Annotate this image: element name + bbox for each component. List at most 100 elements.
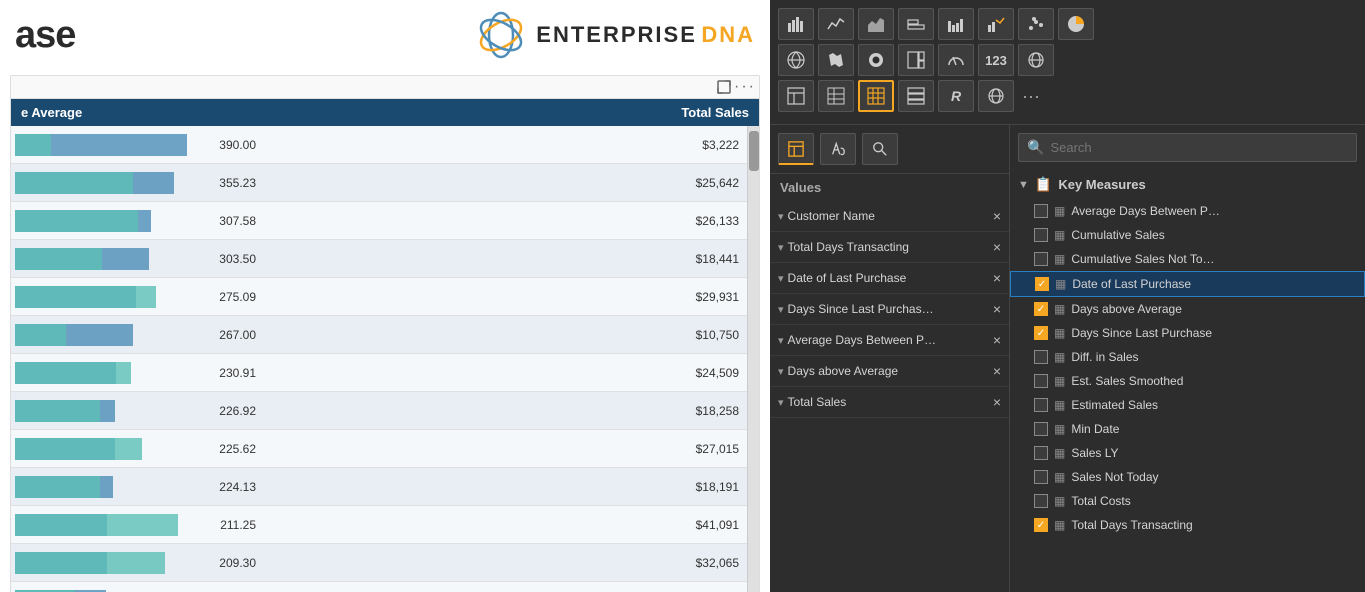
donut-icon[interactable] — [858, 44, 894, 76]
measure-item[interactable]: ✓ ▦ Total Days Transacting ··· — [1010, 513, 1365, 537]
dropdown-arrow-icon[interactable]: ▾ — [778, 272, 784, 285]
search-bar[interactable]: 🔍 — [1018, 133, 1357, 162]
measure-item[interactable]: ▦ Total Costs ··· — [1010, 489, 1365, 513]
measure-checkbox[interactable]: ✓ — [1035, 277, 1049, 291]
measure-checkbox[interactable] — [1034, 374, 1048, 388]
more-visuals-dots[interactable]: ··· — [1018, 86, 1044, 107]
dropdown-arrow-icon[interactable]: ▾ — [778, 365, 784, 378]
right-panel: 123 R ··· — [770, 0, 1365, 592]
measure-type-icon: ▦ — [1054, 350, 1065, 364]
measure-checkbox[interactable] — [1034, 252, 1048, 266]
measure-item[interactable]: ▦ Sales LY ··· — [1010, 441, 1365, 465]
line-chart-icon[interactable] — [818, 8, 854, 40]
avg-value: 209.30 — [219, 556, 256, 570]
gauge-icon[interactable] — [938, 44, 974, 76]
table-row: 303.50 $18,441 — [11, 240, 747, 278]
stacked-bar-icon[interactable] — [898, 8, 934, 40]
field-item-left: ▾ Date of Last Purchase — [778, 271, 906, 285]
waterfall-icon[interactable] — [938, 8, 974, 40]
measure-checkbox[interactable] — [1034, 494, 1048, 508]
measure-item[interactable]: ▦ Sales Not Today ··· — [1010, 465, 1365, 489]
measure-item[interactable]: ▦ Average Days Between P… ··· — [1010, 199, 1365, 223]
dropdown-arrow-icon[interactable]: ▾ — [778, 334, 784, 347]
key-measures-header[interactable]: ▼ 📋 Key Measures — [1010, 170, 1365, 199]
measure-checkbox[interactable]: ✓ — [1034, 302, 1048, 316]
dropdown-arrow-icon[interactable]: ▾ — [778, 241, 784, 254]
field-item[interactable]: ▾ Customer Name × — [770, 201, 1009, 232]
measure-checkbox[interactable] — [1034, 470, 1048, 484]
measure-item[interactable]: ▦ Diff. in Sales ··· — [1010, 345, 1365, 369]
avg-value: 355.23 — [219, 176, 256, 190]
measure-item[interactable]: ✓ ▦ Days above Average ··· — [1010, 297, 1365, 321]
dropdown-arrow-icon[interactable]: ▾ — [778, 303, 784, 316]
treemap-icon[interactable] — [898, 44, 934, 76]
multirow-icon[interactable] — [898, 80, 934, 112]
measure-checkbox[interactable] — [1034, 228, 1048, 242]
matrix-icon[interactable] — [818, 80, 854, 112]
globe-icon[interactable] — [1018, 44, 1054, 76]
measure-checkbox[interactable] — [1034, 350, 1048, 364]
remove-field-icon[interactable]: × — [993, 301, 1001, 317]
measure-item[interactable]: ▦ Min Date ··· — [1010, 417, 1365, 441]
tab-fields[interactable] — [778, 133, 814, 165]
measure-checkbox[interactable] — [1034, 446, 1048, 460]
measure-item[interactable]: ✓ ▦ Days Since Last Purchase ··· — [1010, 321, 1365, 345]
measure-checkbox[interactable]: ✓ — [1034, 326, 1048, 340]
remove-field-icon[interactable]: × — [993, 270, 1001, 286]
more-options-icon[interactable]: ··· — [737, 79, 753, 95]
area-chart-icon[interactable] — [858, 8, 894, 40]
fields-section: ▼ 📋 Key Measures ▦ Average Days Between … — [1010, 170, 1365, 592]
measure-name: Total Costs — [1071, 494, 1130, 508]
scrollbar-thumb[interactable] — [749, 131, 759, 171]
measure-type-icon: ▦ — [1054, 228, 1065, 242]
field-items-list: ▾ Customer Name × ▾ Total Days Transacti… — [770, 201, 1009, 418]
search-input[interactable] — [1050, 140, 1348, 155]
bar-chart-icon[interactable] — [778, 8, 814, 40]
pie-chart-icon[interactable] — [1058, 8, 1094, 40]
measure-checkbox[interactable]: ✓ — [1034, 518, 1048, 532]
expand-icon[interactable] — [716, 79, 732, 95]
globe2-icon[interactable] — [978, 80, 1014, 112]
measure-checkbox[interactable] — [1034, 204, 1048, 218]
table-scrollbar[interactable] — [747, 126, 759, 592]
bar-cell: 204.50 — [11, 582, 261, 592]
active-table-icon[interactable] — [858, 80, 894, 112]
measure-item[interactable]: ▦ Estimated Sales ··· — [1010, 393, 1365, 417]
section-arrow-icon: ▼ — [1018, 179, 1029, 191]
field-item[interactable]: ▾ Date of Last Purchase × — [770, 263, 1009, 294]
measure-item[interactable]: ▦ Est. Sales Smoothed ··· — [1010, 369, 1365, 393]
scatter-icon[interactable] — [1018, 8, 1054, 40]
measure-type-icon: ▦ — [1055, 277, 1066, 291]
dropdown-arrow-icon[interactable]: ▾ — [778, 210, 784, 223]
measure-checkbox[interactable] — [1034, 422, 1048, 436]
remove-field-icon[interactable]: × — [993, 332, 1001, 348]
table2-icon[interactable] — [778, 80, 814, 112]
r-icon[interactable]: R — [938, 80, 974, 112]
sales-value: $18,258 — [261, 404, 747, 418]
bar-cell: 211.25 — [11, 506, 261, 543]
remove-field-icon[interactable]: × — [993, 394, 1001, 410]
measures-list: ▦ Average Days Between P… ··· ▦ Cumulati… — [1010, 199, 1365, 537]
remove-field-icon[interactable]: × — [993, 208, 1001, 224]
measure-item[interactable]: ▦ Cumulative Sales Not To… ··· — [1010, 247, 1365, 271]
field-item[interactable]: ▾ Average Days Between P… × — [770, 325, 1009, 356]
measure-checkbox[interactable] — [1034, 398, 1048, 412]
avg-value: 390.00 — [219, 138, 256, 152]
dropdown-arrow-icon[interactable]: ▾ — [778, 396, 784, 409]
field-item[interactable]: ▾ Days above Average × — [770, 356, 1009, 387]
tab-analytics[interactable] — [862, 133, 898, 165]
measure-item[interactable]: ✓ ▦ Date of Last Purchase ··· — [1010, 271, 1365, 297]
chart-toolbar: ··· — [11, 76, 759, 99]
combo-chart-icon[interactable] — [978, 8, 1014, 40]
measure-left: ✓ ▦ Days Since Last Purchase — [1034, 326, 1212, 340]
field-item[interactable]: ▾ Total Days Transacting × — [770, 232, 1009, 263]
field-item[interactable]: ▾ Days Since Last Purchas… × — [770, 294, 1009, 325]
number-icon[interactable]: 123 — [978, 44, 1014, 76]
filled-map-icon[interactable] — [818, 44, 854, 76]
tab-format[interactable] — [820, 133, 856, 165]
field-item[interactable]: ▾ Total Sales × — [770, 387, 1009, 418]
map-icon[interactable] — [778, 44, 814, 76]
remove-field-icon[interactable]: × — [993, 239, 1001, 255]
measure-item[interactable]: ▦ Cumulative Sales ··· — [1010, 223, 1365, 247]
remove-field-icon[interactable]: × — [993, 363, 1001, 379]
